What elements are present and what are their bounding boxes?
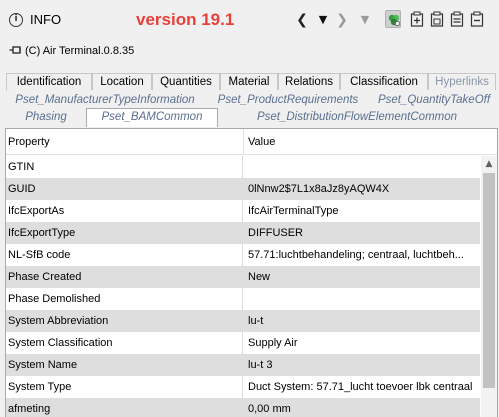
table-header: Property Value [6,129,497,155]
table-row[interactable]: IfcExportAs IfcAirTerminalType [6,200,480,222]
property-name: NL-SfB code [8,249,71,261]
property-value[interactable]: lu-t [242,310,480,332]
property-name: IfcExportAs [8,205,65,217]
table-row[interactable]: System Name lu-t 3 [6,354,480,376]
save-button[interactable] [429,10,445,28]
property-name: System Type [8,381,72,393]
property-value[interactable]: 0lNnw2$7L1x8aJz8yAQW4X [242,178,480,200]
table-row[interactable]: IfcExportType DIFFUSER [6,222,480,244]
tab-material[interactable]: Material [220,73,278,90]
table-row[interactable]: System Abbreviation lu-t [6,310,480,332]
table-row[interactable]: System Type Duct System: 57.71_lucht toev… [6,376,480,398]
table-row[interactable]: System Classification Supply Air [6,332,480,354]
table-row[interactable]: Phase Demolished [6,288,480,310]
panel-title: INFO [30,12,62,27]
tab-location[interactable]: Location [92,73,152,90]
back-button[interactable]: ❮ [296,11,308,29]
tab-pset-manufacturer-type-information[interactable]: Pset_ManufacturerTypeInformation [6,91,204,108]
tab-pset-product-requirements[interactable]: Pset_ProductRequirements [204,91,372,108]
history-forward-dropdown[interactable]: ▼ [358,11,372,29]
info-header: i INFO version 19.1 ❮ ▼ ❯ ▼ [0,0,499,40]
color-picker-button[interactable] [385,10,401,28]
tab-identification[interactable]: Identification [6,73,92,90]
property-name: System Abbreviation [8,315,109,327]
tab-classification[interactable]: Classification [340,73,428,90]
delete-button[interactable] [469,10,485,28]
property-value[interactable]: Duct System: 57.71_lucht toevoer lbk cen… [242,376,480,398]
print-icon [450,11,464,27]
property-value[interactable]: lu-t 3 [242,354,480,376]
scroll-up-button[interactable]: ▲ [481,156,497,172]
selected-element: (C) Air Terminal.0.8.35 [9,44,309,58]
tab-hyperlinks[interactable]: Hyperlinks [428,73,496,90]
table-row[interactable]: GUID 0lNnw2$7L1x8aJz8yAQW4X [6,178,480,200]
forward-button[interactable]: ❯ [336,11,348,29]
property-name: Phase Demolished [8,293,101,305]
tab-relations[interactable]: Relations [278,73,340,90]
tab-pset-distribution-flow-element-common[interactable]: Pset_DistributionFlowElementCommon [218,108,496,125]
color-picker-icon [388,14,401,27]
table-row[interactable]: Phase Created New [6,266,480,288]
property-value[interactable]: New [242,266,480,288]
tab-quantities[interactable]: Quantities [152,73,220,90]
air-terminal-icon [9,46,21,54]
column-header-value[interactable]: Value [243,129,479,155]
property-value[interactable] [242,156,480,178]
tab-pset-quantity-takeoff[interactable]: Pset_QuantityTakeOff [372,91,496,108]
property-value[interactable]: Supply Air [242,332,480,354]
element-name: (C) Air Terminal.0.8.35 [25,45,135,57]
scroll-thumb[interactable] [483,173,495,388]
column-header-property[interactable]: Property [6,129,242,155]
vertical-scrollbar[interactable]: ▲ [481,156,497,417]
property-name: afmeting [8,403,51,415]
property-value[interactable]: IfcAirTerminalType [242,200,480,222]
property-value[interactable]: 57.71:luchtbehandeling; centraal, luchtb… [242,244,480,266]
property-name: Phase Created [8,271,82,283]
property-value[interactable] [242,288,480,310]
property-name: IfcExportType [8,227,76,239]
property-name: System Name [8,359,78,371]
property-name: GTIN [8,161,35,173]
tab-phasing[interactable]: Phasing [6,108,86,125]
table-body: GTIN GUID 0lNnw2$7L1x8aJz8yAQW4X IfcExpor… [6,156,480,417]
property-table: Property Value GTIN GUID 0lNnw2$7L1x8aJz8… [5,128,498,417]
table-row[interactable]: afmeting 0,00 mm [6,398,480,417]
info-icon: i [9,13,23,27]
print-button[interactable] [449,10,465,28]
tab-pset-bamcommon[interactable]: Pset_BAMCommon [86,108,218,127]
delete-icon [470,11,484,27]
add-property-icon [410,11,424,27]
property-name: System Classification [8,337,113,349]
history-back-dropdown[interactable]: ▼ [316,11,330,29]
property-value[interactable]: 0,00 mm [242,398,480,417]
table-row[interactable]: GTIN [6,156,480,178]
property-name: GUID [8,183,36,195]
property-value[interactable]: DIFFUSER [242,222,480,244]
table-row[interactable]: NL-SfB code 57.71:luchtbehandeling; centr… [6,244,480,266]
version-label: version 19.1 [136,10,235,29]
add-property-button[interactable] [409,10,425,28]
save-icon [430,11,444,27]
